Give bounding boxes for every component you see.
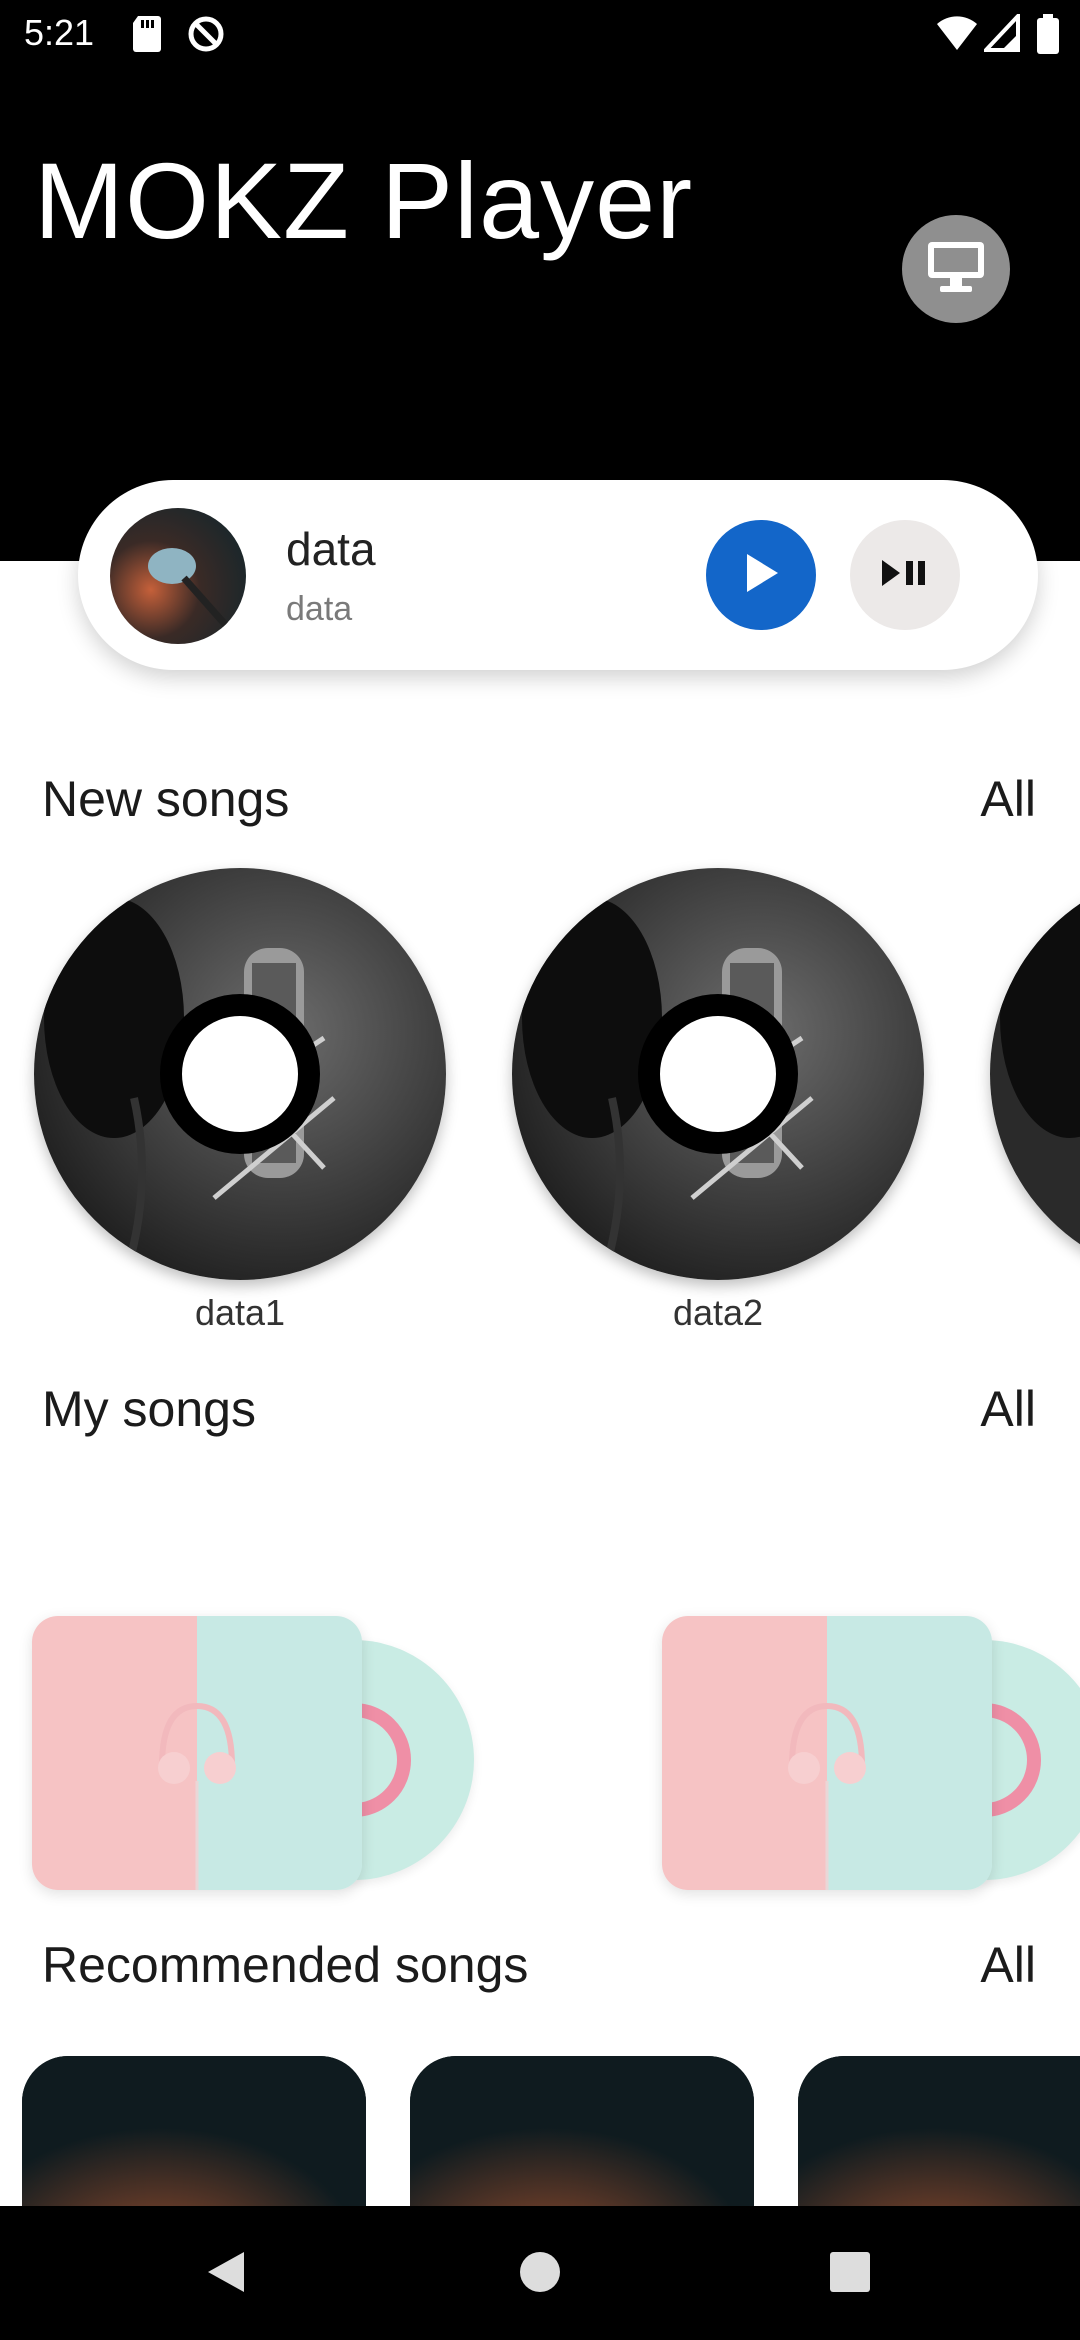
my-song-album[interactable] xyxy=(662,1616,992,1890)
recents-button[interactable] xyxy=(810,2234,890,2314)
play-pause-button[interactable] xyxy=(850,520,960,630)
wifi-icon xyxy=(936,14,978,57)
recents-icon xyxy=(828,2250,872,2299)
battery-icon xyxy=(1036,14,1060,59)
new-song-disc[interactable] xyxy=(34,868,446,1280)
cast-button[interactable] xyxy=(902,215,1010,323)
home-icon xyxy=(518,2250,562,2299)
back-icon xyxy=(204,2248,248,2301)
play-pause-icon xyxy=(880,558,930,593)
new-song-disc[interactable] xyxy=(990,868,1080,1280)
monitor-icon xyxy=(926,240,986,299)
now-playing-title: data xyxy=(286,523,376,575)
sd-card-icon xyxy=(130,14,164,59)
home-button[interactable] xyxy=(500,2234,580,2314)
new-songs-all-link[interactable]: All xyxy=(980,770,1036,828)
now-playing-artwork xyxy=(110,508,246,644)
my-songs-title: My songs xyxy=(42,1381,256,1437)
my-songs-all-link[interactable]: All xyxy=(980,1380,1036,1438)
disc-hole xyxy=(638,994,798,1154)
now-playing-subtitle: data xyxy=(286,590,353,628)
navigation-bar xyxy=(0,2206,1080,2340)
play-button[interactable] xyxy=(706,520,816,630)
new-songs-title: New songs xyxy=(42,771,290,827)
new-song-disc[interactable] xyxy=(512,868,924,1280)
signal-icon xyxy=(981,10,1020,57)
status-time: 5:21 xyxy=(24,12,95,53)
no-sync-icon xyxy=(186,14,226,59)
new-song-label: data2 xyxy=(672,1292,764,1333)
new-song-label: data1 xyxy=(194,1292,286,1333)
play-icon xyxy=(741,551,781,600)
disc-hole xyxy=(160,994,320,1154)
status-bar: 5:21 xyxy=(0,0,1080,68)
my-song-album[interactable] xyxy=(32,1616,362,1890)
now-playing-card[interactable]: data data xyxy=(78,480,1038,670)
screen: 5:21 MOKZ Player data data New songs All… xyxy=(0,0,1080,2340)
recommended-songs-all-link[interactable]: All xyxy=(980,1936,1036,1994)
recommended-songs-title: Recommended songs xyxy=(42,1937,529,1993)
app-title: MOKZ Player xyxy=(34,140,694,261)
back-button[interactable] xyxy=(186,2234,266,2314)
